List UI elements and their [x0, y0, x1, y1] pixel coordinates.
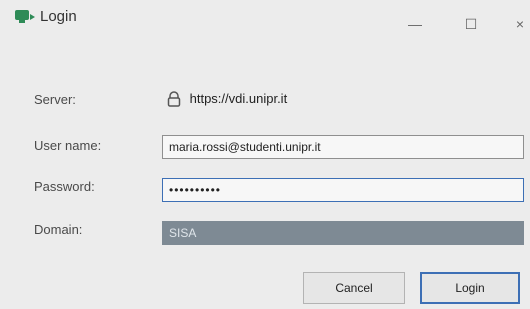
close-button[interactable]: ×: [510, 14, 530, 34]
minimize-button[interactable]: —: [404, 14, 426, 34]
password-label: Password:: [34, 179, 95, 194]
username-label: User name:: [34, 138, 102, 153]
cancel-button[interactable]: Cancel: [303, 272, 405, 304]
server-url: https://vdi.unipr.it: [189, 91, 288, 107]
domain-label: Domain:: [34, 222, 83, 237]
server-label: Server:: [34, 92, 76, 107]
server-value-row: https://vdi.unipr.it: [166, 90, 287, 110]
domain-field: [162, 221, 524, 245]
window-title: Login: [40, 8, 77, 25]
lock-icon: [166, 90, 182, 107]
password-field[interactable]: [162, 178, 524, 202]
login-dialog: Login — ☐ × Server: https://vdi.unipr.it…: [0, 0, 530, 309]
title-bar: Login — ☐ ×: [0, 0, 530, 38]
maximize-button[interactable]: ☐: [460, 14, 482, 34]
username-field[interactable]: [162, 135, 524, 159]
app-logo-icon: [14, 8, 36, 26]
login-button[interactable]: Login: [420, 272, 520, 304]
